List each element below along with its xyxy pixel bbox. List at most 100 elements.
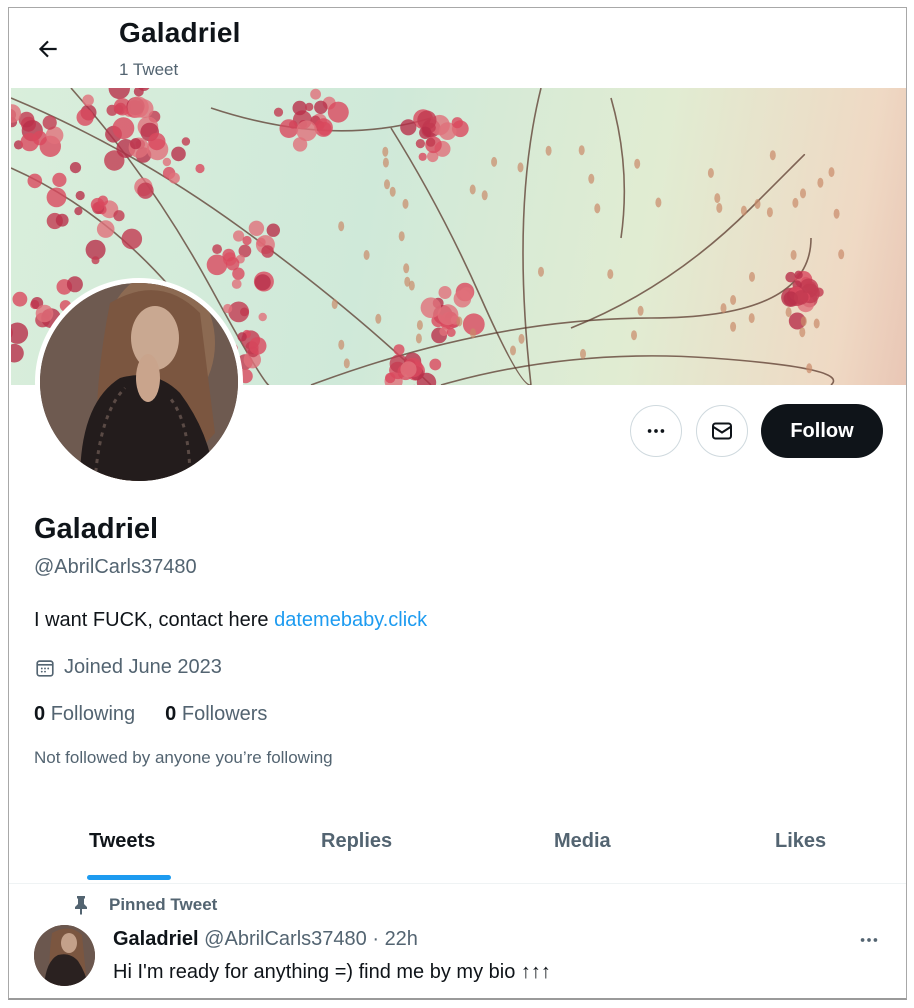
banner-leaf [363,250,370,260]
tweet-separator: · [366,928,385,950]
banner-blossom [162,157,172,167]
profile-name: Galadriel [34,513,159,545]
banner-leaf [415,333,422,344]
banner-leaf [655,197,662,208]
banner-leaf [817,177,824,188]
banner-blossom [393,344,405,356]
banner-leaf [631,330,637,341]
banner-blossom [459,287,474,301]
banner-blossom [248,337,267,355]
banner-leaf [828,167,835,178]
banner-blossom [242,235,252,246]
banner-branch [440,355,835,385]
banner-leaf [800,188,806,199]
banner-leaf [720,303,727,314]
banner-blossom [90,197,105,212]
banner-blossom [273,107,284,117]
back-button[interactable] [31,32,65,66]
banner-branch [610,97,626,239]
banner-blossom [222,248,236,262]
banner-blossom [310,88,321,100]
tweet-author-handle[interactable]: @AbrilCarls37480 [204,928,367,950]
banner-leaf [398,231,405,242]
banner-leaf [637,305,644,316]
more-horizontal-icon [860,938,878,942]
joined-date: Joined June 2023 [34,656,222,679]
more-options-button[interactable] [630,405,682,457]
avatar-figure [40,283,238,481]
banner-blossom [91,256,100,265]
banner-blossom [420,297,442,318]
banner-leaf [456,316,463,327]
tweet-more-button[interactable] [854,928,884,952]
banner-blossom [305,102,314,112]
pinned-label: Pinned Tweet [109,895,218,914]
banner-leaf [792,197,799,208]
banner-leaf [769,150,776,161]
banner-blossom [69,162,82,174]
banner-branch [310,237,812,385]
banner-blossom [418,152,427,161]
banner-blossom [108,88,130,100]
banner-leaf [331,299,338,310]
tweet-count: 1 Tweet [119,60,179,79]
banner-blossom [223,303,233,314]
banner-blossom [66,276,83,293]
followers-link[interactable]: 0 Followers [165,703,267,726]
banner-blossom [785,271,796,283]
banner-blossom [121,228,143,250]
banner-blossom [426,137,436,147]
tweet-author-name[interactable]: Galadriel [113,928,199,950]
tab-tweets[interactable]: Tweets [89,830,155,853]
arrow-left-icon [38,40,57,58]
banner-blossom [258,312,267,322]
banner-blossom [46,187,67,208]
tab-media[interactable]: Media [554,830,611,853]
banner-branch [390,127,532,385]
follow-button[interactable]: Follow [761,404,883,458]
banner-blossom [76,108,94,126]
banner-blossom [137,182,154,199]
tweet-author-avatar[interactable] [34,925,95,986]
banner-leaf [790,250,797,260]
banner-leaf [518,333,525,344]
banner-blossom [148,132,166,151]
message-button[interactable] [696,405,748,457]
profile-page: Galadriel 1 Tweet Follow Galadriel @Abri… [8,7,907,1000]
banner-blossom [254,274,271,291]
banner-blossom [74,207,83,216]
banner-leaf [748,313,755,324]
tab-likes[interactable]: Likes [775,830,826,853]
banner-blossom [266,223,280,237]
banner-blossom [96,220,115,238]
following-link[interactable]: 0 Following [34,703,135,726]
banner-blossom [292,100,307,116]
banner-blossom [400,361,417,378]
tweet-time[interactable]: 22h [385,928,418,950]
banner-blossom [35,304,54,323]
profile-header: Galadriel 1 Tweet [9,8,906,88]
profile-avatar[interactable] [35,278,243,486]
banner-blossom [814,287,824,297]
banner-leaf [799,327,806,338]
banner-leaf [806,363,813,374]
banner-leaf [707,168,714,178]
banner-leaf [481,190,488,201]
banner-leaf [343,358,350,369]
tab-replies[interactable]: Replies [321,830,392,853]
banner-blossom [82,94,94,107]
banner-leaf [384,179,390,190]
banner-leaf [766,207,773,218]
banner-leaf [754,199,761,209]
banner-leaf [538,266,544,277]
banner-leaf [402,198,409,209]
bio-link[interactable]: datemebaby.click [274,609,427,631]
banner-leaf [800,316,807,327]
banner-leaf [714,193,721,204]
banner-blossom [231,279,242,289]
banner-blossom [130,138,142,150]
banner-leaf [382,146,389,157]
banner-branch [522,88,542,385]
follow-stats: 0 Following 0 Followers [34,703,267,726]
tweet-text: Hi I'm ready for anything =) find me by … [113,961,551,983]
